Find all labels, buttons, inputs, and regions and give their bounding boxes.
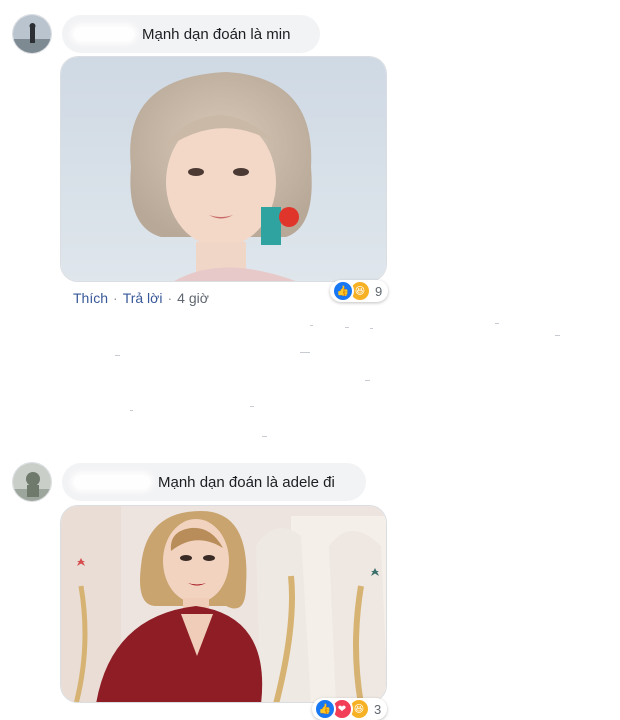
separator-dot: · (113, 290, 118, 306)
comment-bubble: Mạnh dạn đoán là adele đi (62, 463, 366, 501)
reply-link[interactable]: Trả lời (123, 290, 163, 306)
comment-actions: Thích · Trả lời · 4 giờ (73, 290, 209, 306)
comment-photo[interactable] (60, 56, 387, 282)
like-reaction-icon: 👍 (314, 698, 336, 720)
like-reaction-icon: 👍 (332, 280, 354, 302)
commenter-avatar[interactable] (12, 462, 52, 502)
like-link[interactable]: Thích (73, 290, 108, 306)
commenter-name-redacted[interactable] (74, 475, 150, 489)
separator-dot: · (167, 290, 173, 306)
reaction-summary[interactable]: 👍 😆 9 (330, 280, 389, 302)
commenter-avatar[interactable] (12, 14, 52, 54)
comment-bubble: Mạnh dạn đoán là min (62, 15, 320, 53)
comment-timestamp[interactable]: 4 giờ (177, 290, 209, 306)
commenter-name-redacted[interactable] (74, 27, 134, 41)
comment-photo[interactable] (60, 505, 387, 703)
reaction-count: 9 (375, 283, 383, 299)
comment-text: Mạnh dạn đoán là min (142, 25, 291, 43)
comment-text: Mạnh dạn đoán là adele đi (158, 473, 335, 491)
reaction-count: 3 (374, 701, 382, 717)
reaction-summary[interactable]: 👍 ❤ 😆 3 (312, 698, 388, 720)
